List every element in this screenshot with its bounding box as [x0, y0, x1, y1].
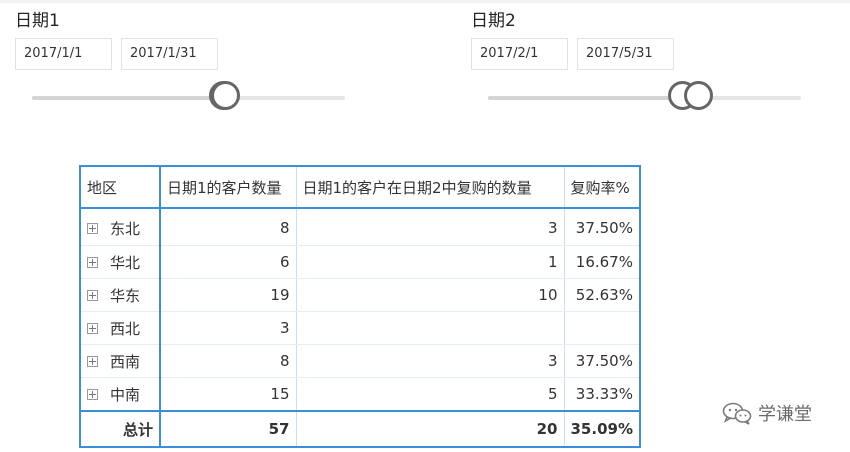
region-cell: 东北 — [80, 208, 161, 246]
region-cell: 西南 — [80, 344, 161, 378]
start-date-input[interactable]: 2017/2/1 — [471, 38, 568, 70]
table-row: 西北 3 — [80, 311, 641, 345]
range-slider-track[interactable] — [488, 96, 801, 100]
end-date-input[interactable]: 2017/1/31 — [121, 38, 218, 70]
customer-count-cell: 8 — [160, 208, 297, 246]
column-header-customer-count[interactable]: 日期1的客户数量 — [160, 166, 297, 209]
wechat-icon — [722, 401, 752, 430]
start-date-input[interactable]: 2017/1/1 — [15, 38, 112, 70]
region-cell: 中南 — [80, 377, 161, 412]
slicer-title: 日期1 — [15, 11, 60, 31]
column-header-repurchase-count[interactable]: 日期1的客户在日期2中复购的数量 — [296, 166, 565, 209]
repurchase-count-cell: 1 — [296, 245, 565, 279]
watermark-text: 学谦堂 — [758, 404, 812, 425]
customer-count-cell: 8 — [160, 344, 297, 378]
header-row: 地区 日期1的客户数量 日期1的客户在日期2中复购的数量 复购率% — [80, 166, 641, 209]
customer-count-cell: 19 — [160, 278, 297, 312]
total-repurchase-count: 20 — [296, 410, 565, 448]
repurchase-rate-cell — [564, 311, 641, 345]
repurchase-rate-cell: 16.67% — [564, 245, 641, 279]
expand-icon[interactable] — [87, 289, 98, 301]
expand-icon[interactable] — [87, 222, 98, 234]
table-row: 华东 19 10 52.63% — [80, 278, 641, 312]
repurchase-rate-cell: 52.63% — [564, 278, 641, 312]
range-slider-fill — [32, 96, 225, 100]
column-header-region[interactable]: 地区 — [80, 166, 161, 209]
region-label: 西南 — [110, 352, 141, 371]
region-label: 中南 — [110, 385, 141, 404]
range-slider-track[interactable] — [32, 96, 345, 100]
date-slicer-1: 日期1 2017/1/1 2017/1/31 — [15, 0, 375, 130]
repurchase-rate-cell: 33.33% — [564, 377, 641, 412]
expand-icon[interactable] — [87, 322, 98, 334]
range-slider-end-handle[interactable] — [211, 81, 240, 110]
region-label: 西北 — [110, 319, 141, 338]
expand-icon[interactable] — [87, 388, 98, 400]
table-row: 华北 6 1 16.67% — [80, 245, 641, 279]
region-cell: 华北 — [80, 245, 161, 279]
region-label: 华北 — [110, 253, 141, 272]
expand-icon[interactable] — [87, 355, 98, 367]
customer-count-cell: 15 — [160, 377, 297, 412]
total-label: 总计 — [80, 410, 161, 448]
region-label: 华东 — [110, 286, 141, 305]
range-slider-fill — [488, 96, 688, 100]
total-row: 总计 57 20 35.09% — [80, 410, 641, 448]
table-row: 东北 8 3 37.50% — [80, 208, 641, 246]
slicer-title: 日期2 — [471, 11, 516, 31]
total-repurchase-rate: 35.09% — [564, 410, 641, 448]
region-cell: 西北 — [80, 311, 161, 345]
repurchase-count-cell: 3 — [296, 344, 565, 378]
region-label: 东北 — [110, 219, 141, 238]
repurchase-rate-cell: 37.50% — [564, 208, 641, 246]
table-row: 西南 8 3 37.50% — [80, 344, 641, 378]
range-slider-end-handle[interactable] — [684, 81, 713, 110]
column-header-repurchase-rate[interactable]: 复购率% — [564, 166, 641, 209]
region-cell: 华东 — [80, 278, 161, 312]
repurchase-count-cell: 10 — [296, 278, 565, 312]
repurchase-count-cell — [296, 311, 565, 345]
watermark: 学谦堂 — [722, 400, 812, 430]
repurchase-matrix: 地区 日期1的客户数量 日期1的客户在日期2中复购的数量 复购率% 东北 8 3… — [79, 165, 641, 448]
repurchase-count-cell: 5 — [296, 377, 565, 412]
total-customer-count: 57 — [160, 410, 297, 448]
repurchase-rate-cell: 37.50% — [564, 344, 641, 378]
table-row: 中南 15 5 33.33% — [80, 377, 641, 412]
end-date-input[interactable]: 2017/5/31 — [577, 38, 674, 70]
customer-count-cell: 3 — [160, 311, 297, 345]
customer-count-cell: 6 — [160, 245, 297, 279]
repurchase-count-cell: 3 — [296, 208, 565, 246]
expand-icon[interactable] — [87, 256, 98, 268]
date-slicer-2: 日期2 2017/2/1 2017/5/31 — [471, 0, 831, 130]
